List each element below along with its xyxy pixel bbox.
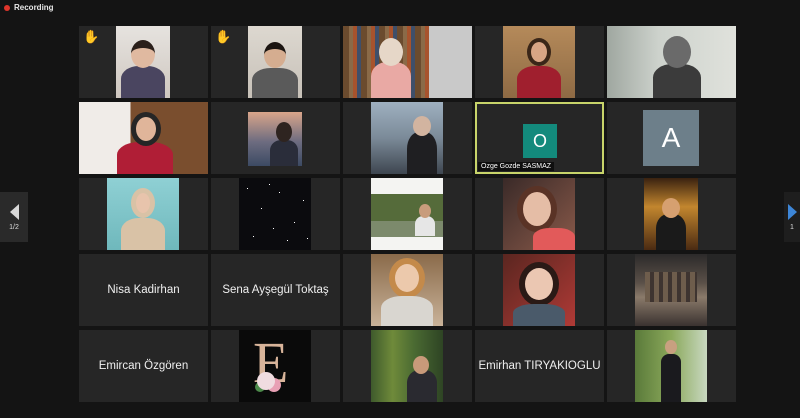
participant-tile[interactable]: E xyxy=(211,330,340,402)
participant-video xyxy=(371,178,443,250)
participant-tile[interactable] xyxy=(343,26,472,98)
chevron-right-icon xyxy=(787,203,797,220)
participant-video xyxy=(248,26,302,98)
participant-tile[interactable]: A xyxy=(607,102,736,174)
participant-tile[interactable] xyxy=(79,178,208,250)
previous-page-button[interactable]: 1/2 xyxy=(0,192,28,242)
participant-video xyxy=(607,26,736,98)
participant-tile[interactable]: Emirhan TIRYAKIOGLU xyxy=(475,330,604,402)
participant-avatar: A xyxy=(643,110,699,166)
participant-video xyxy=(635,254,707,326)
participant-name: Nisa Kadirhan xyxy=(107,284,180,296)
participant-name-label: Ozge Gozde SASMAZ xyxy=(478,162,555,171)
participant-tile[interactable] xyxy=(475,178,604,250)
participant-tile[interactable]: ✋ xyxy=(79,26,208,98)
participant-video xyxy=(371,254,443,326)
participant-tile[interactable] xyxy=(343,254,472,326)
participant-tile[interactable]: Nisa Kadirhan xyxy=(79,254,208,326)
flower-icon xyxy=(257,372,275,390)
participant-tile[interactable] xyxy=(343,102,472,174)
participant-tile[interactable] xyxy=(607,330,736,402)
participant-tile[interactable] xyxy=(343,330,472,402)
raised-hand-icon: ✋ xyxy=(215,29,232,44)
participant-tile[interactable] xyxy=(607,178,736,250)
participant-name: Emirhan TIRYAKIOGLU xyxy=(478,360,601,372)
participant-tile[interactable] xyxy=(607,254,736,326)
page-indicator: 1/2 xyxy=(9,223,19,231)
participant-tile[interactable] xyxy=(343,178,472,250)
participant-name: Sena Ayşegül Toktaş xyxy=(222,284,329,296)
recording-label: Recording xyxy=(14,3,54,12)
participant-video xyxy=(116,26,170,98)
participant-video xyxy=(371,330,443,402)
participant-video xyxy=(503,254,575,326)
participant-tile[interactable] xyxy=(475,254,604,326)
participant-video xyxy=(248,112,302,166)
participant-tile[interactable] xyxy=(475,26,604,98)
participant-video xyxy=(644,178,698,250)
participant-tile-active-speaker[interactable]: O Ozge Gozde SASMAZ xyxy=(475,102,604,174)
chevron-left-icon xyxy=(9,203,19,220)
participant-video xyxy=(503,26,575,98)
participant-tile[interactable] xyxy=(211,178,340,250)
participant-video xyxy=(343,26,429,98)
participant-name: Emircan Özgören xyxy=(98,360,189,372)
participant-video xyxy=(503,178,575,250)
recording-dot-icon xyxy=(4,4,10,11)
participant-avatar: O xyxy=(523,124,557,158)
participant-tile[interactable] xyxy=(607,26,736,98)
participant-tile[interactable]: ✋ xyxy=(211,26,340,98)
participant-video xyxy=(635,330,707,402)
participant-tile[interactable]: Sena Ayşegül Toktaş xyxy=(211,254,340,326)
participant-tile[interactable]: Emircan Özgören xyxy=(79,330,208,402)
raised-hand-icon: ✋ xyxy=(83,29,100,44)
participant-video xyxy=(371,102,443,174)
participant-video xyxy=(239,178,311,250)
recording-indicator: Recording xyxy=(4,3,54,12)
participant-tile[interactable] xyxy=(211,102,340,174)
page-indicator-right: 1 xyxy=(790,223,794,231)
participant-video xyxy=(79,102,208,174)
participant-video xyxy=(107,178,179,250)
participant-tile[interactable] xyxy=(79,102,208,174)
gallery-grid: ✋ ✋ O Ozge Gozde SASMAZ A Nisa Kadirhan … xyxy=(79,26,736,402)
next-page-button[interactable]: 1 xyxy=(784,192,800,242)
participant-video: E xyxy=(239,330,311,402)
